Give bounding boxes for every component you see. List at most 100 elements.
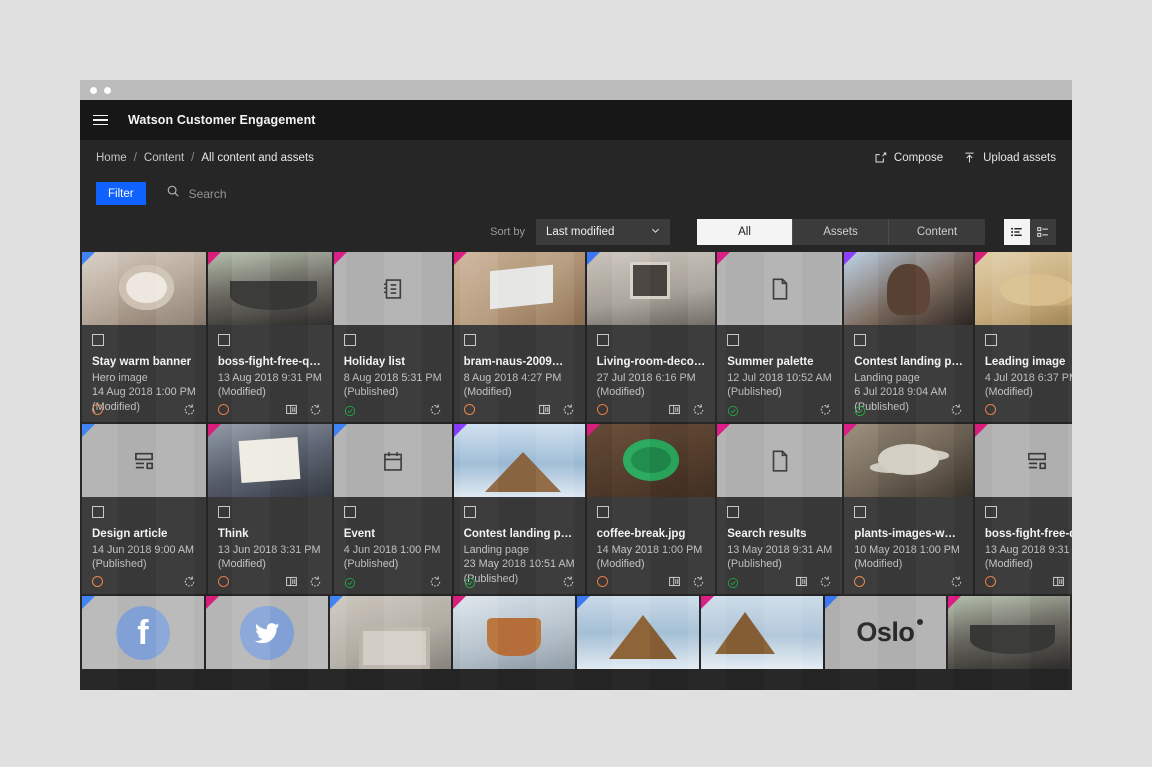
asset-card[interactable]: Summer palette 12 Jul 2018 10:52 AM (Publi… — [717, 252, 843, 422]
asset-card[interactable] — [577, 596, 699, 669]
window-dot-1[interactable] — [90, 86, 97, 94]
window-dot-2[interactable] — [104, 86, 111, 94]
revision-icon[interactable] — [692, 403, 705, 416]
layout-columns-icon[interactable] — [668, 575, 681, 588]
revision-icon[interactable] — [429, 403, 442, 416]
select-checkbox[interactable] — [727, 334, 740, 346]
layout-columns-icon[interactable] — [795, 575, 808, 588]
revision-icon[interactable] — [183, 575, 196, 588]
search-input[interactable] — [188, 186, 489, 201]
select-checkbox[interactable] — [596, 334, 609, 346]
asset-card[interactable] — [205, 596, 328, 669]
select-checkbox[interactable] — [343, 506, 356, 518]
asset-card[interactable]: Contest landing p… Landing page 6 Jul 2018… — [844, 252, 973, 422]
asset-card[interactable]: coffee-break.jpg 14 May 2018 1:00 PM (Modi… — [586, 424, 716, 594]
asset-thumbnail[interactable] — [700, 596, 823, 669]
asset-thumbnail[interactable] — [577, 596, 699, 669]
select-checkbox[interactable] — [854, 506, 867, 518]
breadcrumb-item-home[interactable]: Home — [96, 152, 127, 164]
layout-columns-icon[interactable] — [285, 403, 298, 416]
select-checkbox[interactable] — [92, 506, 104, 518]
revision-icon[interactable] — [819, 403, 832, 416]
select-checkbox[interactable] — [343, 334, 356, 346]
hamburger-icon[interactable] — [80, 100, 120, 140]
asset-card[interactable] — [700, 596, 823, 669]
revision-icon[interactable] — [950, 403, 963, 416]
select-checkbox[interactable] — [463, 506, 476, 518]
asset-thumbnail[interactable] — [844, 252, 973, 325]
segment-content[interactable]: Content — [889, 219, 985, 245]
revision-icon[interactable] — [692, 575, 705, 588]
segment-assets[interactable]: Assets — [793, 219, 889, 245]
breadcrumb-item-content[interactable]: Content — [144, 152, 184, 164]
select-checkbox[interactable] — [92, 334, 104, 346]
select-checkbox[interactable] — [463, 334, 476, 346]
layout-columns-icon[interactable] — [538, 403, 551, 416]
sort-dropdown[interactable]: Last modified — [536, 219, 670, 245]
upload-assets-button[interactable]: Upload assets — [963, 151, 1056, 164]
asset-thumbnail[interactable] — [453, 424, 585, 497]
asset-card[interactable]: Oslo — [824, 596, 947, 669]
asset-card[interactable]: bram-naus-2009… 8 Aug 2018 4:27 PM (Modifi… — [453, 252, 585, 422]
select-checkbox[interactable] — [984, 334, 997, 346]
select-checkbox[interactable] — [984, 506, 997, 518]
asset-card[interactable]: Holiday list 8 Aug 2018 5:31 PM (Published… — [333, 252, 452, 422]
asset-card[interactable] — [948, 596, 1070, 669]
revision-icon[interactable] — [819, 575, 832, 588]
select-checkbox[interactable] — [854, 334, 867, 346]
asset-thumbnail[interactable] — [717, 424, 843, 497]
asset-thumbnail[interactable]: Oslo — [824, 596, 947, 669]
select-checkbox[interactable] — [727, 506, 740, 518]
asset-thumbnail[interactable] — [205, 596, 328, 669]
asset-thumbnail[interactable] — [974, 252, 1072, 325]
revision-icon[interactable] — [562, 575, 575, 588]
breadcrumb-item-all-content-and-assets[interactable]: All content and assets — [201, 152, 314, 164]
asset-thumbnail[interactable] — [453, 596, 575, 669]
revision-icon[interactable] — [309, 403, 322, 416]
asset-thumbnail[interactable] — [207, 424, 332, 497]
asset-card[interactable]: Contest landing p… Landing page 23 May 201… — [453, 424, 585, 594]
filter-button[interactable]: Filter — [96, 182, 146, 205]
compose-button[interactable]: Compose — [874, 151, 943, 164]
select-checkbox[interactable] — [217, 506, 230, 518]
asset-card[interactable]: Living-room-deco… 27 Jul 2018 6:16 PM (Mod… — [586, 252, 716, 422]
asset-thumbnail[interactable] — [586, 252, 716, 325]
asset-thumbnail[interactable] — [974, 424, 1072, 497]
asset-card[interactable]: Event 4 Jun 2018 1:00 PM (Published) — [333, 424, 452, 594]
asset-card[interactable]: plants-images-w… 10 May 2018 1:00 PM (Modi… — [844, 424, 973, 594]
asset-thumbnail[interactable] — [453, 252, 585, 325]
asset-thumbnail[interactable] — [948, 596, 1070, 669]
asset-thumbnail[interactable]: f — [82, 596, 204, 669]
asset-card[interactable]: Think 13 Jun 2018 3:31 PM (Modified) — [207, 424, 332, 594]
asset-card[interactable]: Leading image 4 Jul 2018 6:37 PM (Modified… — [974, 252, 1072, 422]
asset-thumbnail[interactable] — [717, 252, 843, 325]
segment-all[interactable]: All — [697, 219, 793, 245]
layout-columns-icon[interactable] — [668, 403, 681, 416]
asset-card[interactable]: Stay warm banner Hero image 14 Aug 2018 1:… — [82, 252, 206, 422]
asset-thumbnail[interactable] — [82, 424, 206, 497]
asset-card[interactable]: f — [82, 596, 204, 669]
revision-icon[interactable] — [309, 575, 322, 588]
select-checkbox[interactable] — [596, 506, 609, 518]
asset-card[interactable]: Design article 14 Jun 2018 9:00 AM (Publis… — [82, 424, 206, 594]
layout-columns-icon[interactable] — [285, 575, 298, 588]
asset-thumbnail[interactable] — [586, 424, 716, 497]
asset-thumbnail[interactable] — [333, 424, 452, 497]
asset-thumbnail[interactable] — [333, 252, 452, 325]
asset-card[interactable] — [453, 596, 575, 669]
detail-view-icon[interactable] — [1030, 219, 1056, 245]
asset-card[interactable]: boss-fight-free-q…13 Aug 2018 9:31 PM(Mo… — [974, 424, 1072, 594]
asset-thumbnail[interactable] — [844, 424, 973, 497]
asset-thumbnail[interactable] — [207, 252, 332, 325]
asset-thumbnail[interactable] — [82, 252, 206, 325]
asset-thumbnail[interactable] — [329, 596, 452, 669]
asset-card[interactable] — [329, 596, 452, 669]
revision-icon[interactable] — [562, 403, 575, 416]
select-checkbox[interactable] — [217, 334, 230, 346]
revision-icon[interactable] — [429, 575, 442, 588]
list-view-icon[interactable] — [1004, 219, 1030, 245]
search-field[interactable] — [166, 184, 1072, 203]
layout-columns-icon[interactable] — [1052, 575, 1065, 588]
revision-icon[interactable] — [183, 403, 196, 416]
revision-icon[interactable] — [950, 575, 963, 588]
